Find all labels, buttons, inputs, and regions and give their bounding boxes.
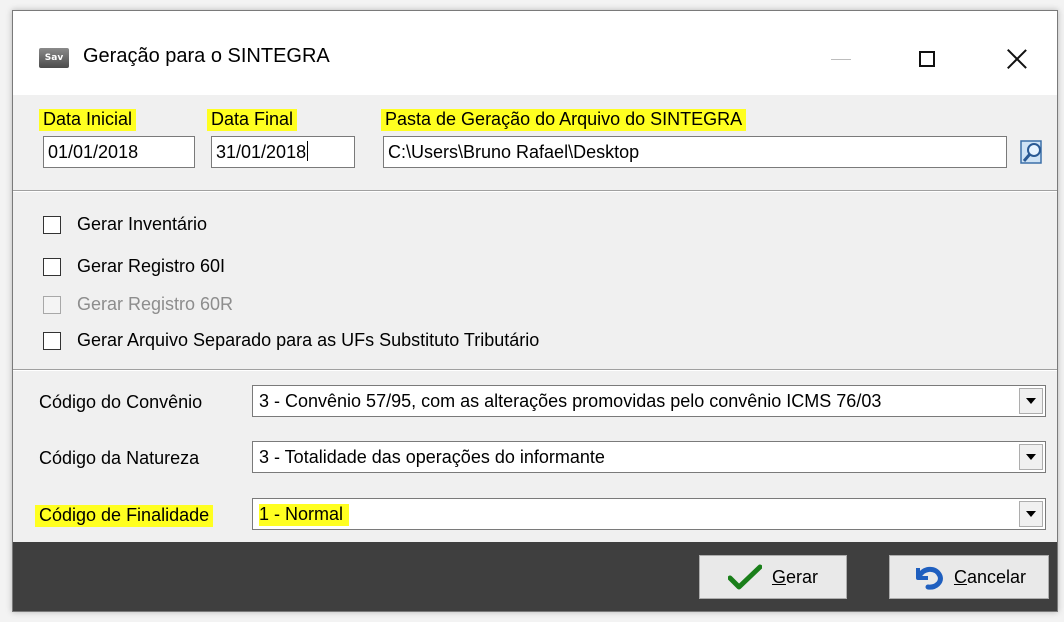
natureza-select[interactable]: 3 - Totalidade das operações do informan… [252, 441, 1046, 473]
app-icon: Sav [39, 48, 69, 68]
finalidade-select[interactable]: 1 - Normal [252, 498, 1046, 530]
gerar-registro-60r-label: Gerar Registro 60R [77, 294, 234, 314]
close-button[interactable] [987, 31, 1047, 87]
window-title: Geração para o SINTEGRA [83, 45, 330, 67]
gerar-inventario-label: Gerar Inventário [77, 214, 208, 234]
gerar-arquivo-separado-label: Gerar Arquivo Separado para as UFs Subst… [77, 330, 540, 350]
gerar-label: Gerar [771, 566, 819, 587]
gerar-arquivo-separado-option[interactable]: Gerar Arquivo Separado para as UFs Subst… [43, 330, 539, 351]
natureza-label: Código da Natureza [39, 448, 200, 468]
minimize-button[interactable] [811, 31, 871, 87]
finalidade-label: Código de Finalidade [35, 505, 214, 527]
gerar-registro-60i-checkbox[interactable] [43, 257, 61, 276]
gerar-inventario-option[interactable]: Gerar Inventário [43, 214, 207, 235]
browse-search-icon [1020, 140, 1042, 164]
undo-icon [915, 566, 943, 590]
button-bar: Gerar Cancelar [13, 542, 1057, 611]
convenio-label: Código do Convênio [39, 392, 203, 412]
text-cursor [307, 141, 309, 161]
gerar-registro-60r-checkbox [43, 295, 61, 314]
convenio-select[interactable]: 3 - Convênio 57/95, com as alterações pr… [252, 385, 1046, 417]
gerar-registro-60i-option[interactable]: Gerar Registro 60I [43, 256, 225, 277]
chevron-down-icon[interactable] [1019, 388, 1043, 414]
checkmark-icon [727, 564, 762, 590]
data-inicial-label: Data Inicial [39, 109, 137, 131]
dialog-window: Sav Geração para o SINTEGRA Data Inicial… [12, 10, 1058, 612]
minimize-icon [831, 58, 851, 60]
browse-folder-button[interactable] [1019, 138, 1047, 166]
cancelar-label: Cancelar [953, 566, 1027, 587]
data-inicial-input[interactable]: 01/01/2018 [43, 136, 195, 168]
close-icon [1006, 48, 1028, 70]
folder-path-input[interactable]: C:\Users\Bruno Rafael\Desktop [383, 136, 1007, 168]
maximize-button[interactable] [897, 31, 957, 87]
title-bar[interactable]: Sav Geração para o SINTEGRA [13, 11, 1057, 95]
data-final-label: Data Final [207, 109, 298, 131]
folder-label: Pasta de Geração do Arquivo do SINTEGRA [381, 109, 747, 131]
gerar-button[interactable]: Gerar [699, 555, 847, 599]
separator [13, 190, 1057, 192]
cancelar-button[interactable]: Cancelar [889, 555, 1049, 599]
maximize-icon [919, 51, 935, 67]
natureza-value: 3 - Totalidade das operações do informan… [259, 447, 605, 467]
gerar-arquivo-separado-checkbox[interactable] [43, 331, 61, 350]
finalidade-value: 1 - Normal [259, 499, 350, 529]
gerar-registro-60i-label: Gerar Registro 60I [77, 256, 226, 276]
gerar-registro-60r-option: Gerar Registro 60R [43, 294, 233, 315]
separator [13, 369, 1057, 371]
chevron-down-icon[interactable] [1019, 501, 1043, 527]
convenio-value: 3 - Convênio 57/95, com as alterações pr… [259, 391, 882, 411]
gerar-inventario-checkbox[interactable] [43, 215, 61, 234]
data-final-input[interactable]: 31/01/2018 [211, 136, 355, 168]
chevron-down-icon[interactable] [1019, 444, 1043, 470]
